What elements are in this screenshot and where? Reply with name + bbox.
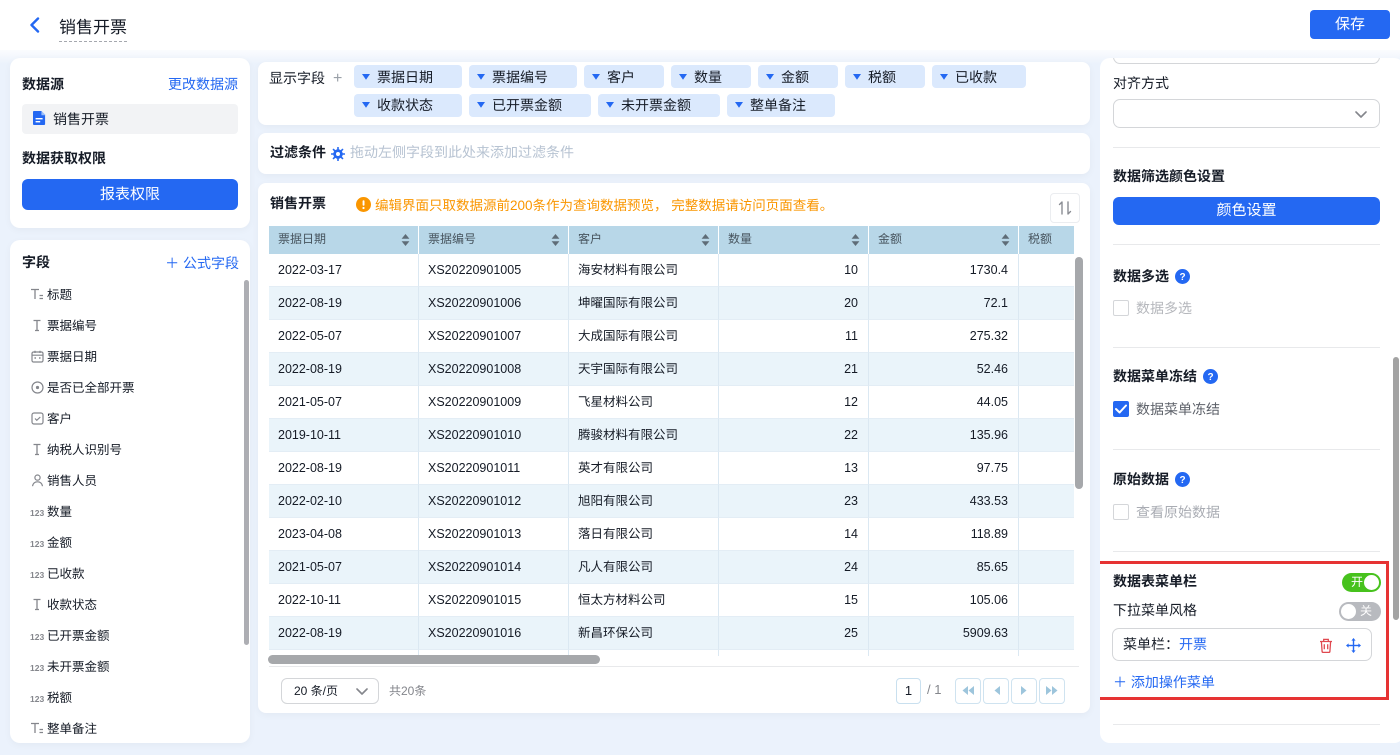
svg-text:?: ?	[1179, 272, 1185, 283]
svg-text:?: ?	[1179, 475, 1185, 486]
svg-text:?: ?	[1207, 372, 1213, 383]
